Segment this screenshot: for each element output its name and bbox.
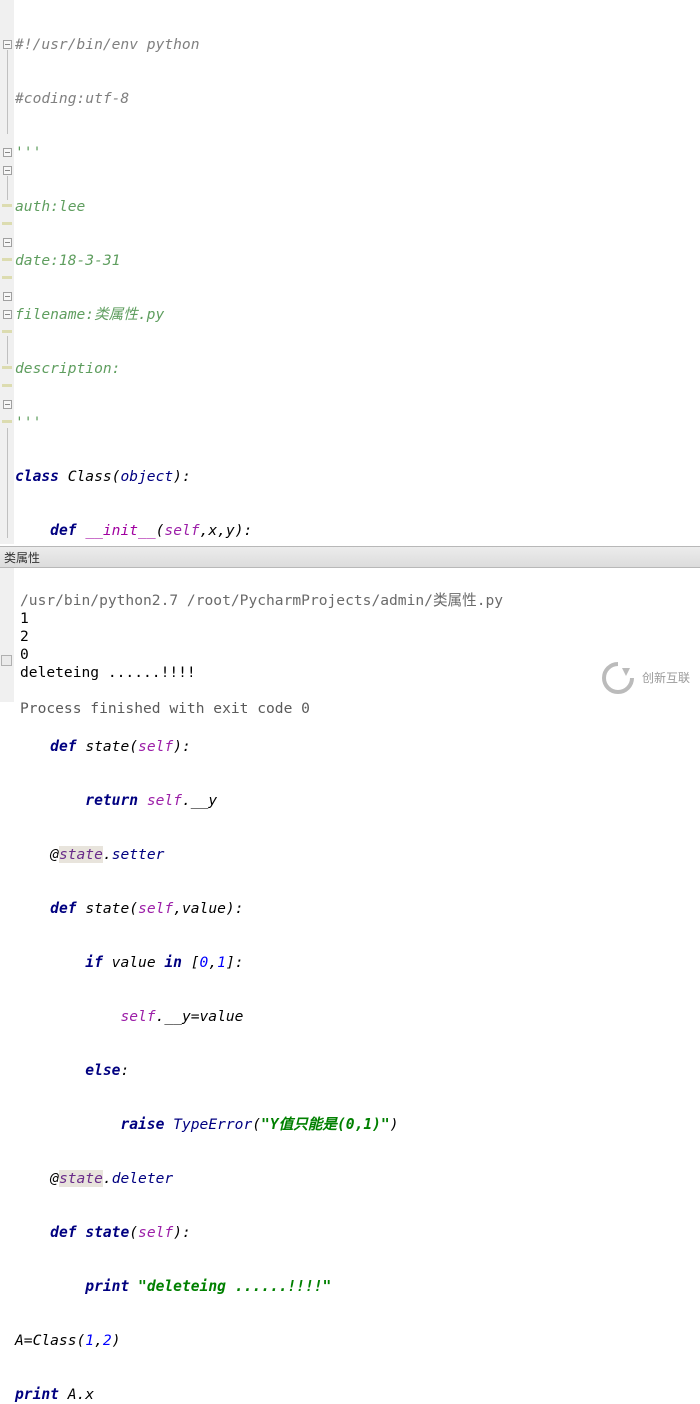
fold-icon[interactable] [3, 148, 12, 157]
gutter-tick-icon [2, 420, 12, 423]
code-line[interactable]: date:18-3-31 [15, 252, 399, 270]
code-line[interactable]: if value in [0,1]: [15, 954, 399, 972]
console-output[interactable]: /usr/bin/python2.7 /root/PycharmProjects… [20, 574, 503, 736]
code-line[interactable]: return self.__y [15, 792, 399, 810]
run-console[interactable]: /usr/bin/python2.7 /root/PycharmProjects… [0, 568, 700, 702]
gutter [0, 0, 14, 544]
fold-icon[interactable] [3, 166, 12, 175]
fold-icon[interactable] [3, 40, 12, 49]
fold-icon[interactable] [3, 310, 12, 319]
fold-icon[interactable] [3, 238, 12, 247]
code-line[interactable]: description: [15, 360, 399, 378]
code-line[interactable]: @state.deleter [15, 1170, 399, 1188]
code-line[interactable]: class Class(object): [15, 468, 399, 486]
code-line[interactable]: print "deleteing ......!!!!" [15, 1278, 399, 1296]
fold-bar [7, 50, 8, 134]
code-line[interactable]: def state(self): [15, 738, 399, 756]
code-line[interactable]: ''' [15, 144, 399, 162]
brand-name: 创新互联 [642, 671, 690, 685]
brand-logo: 创新互联 [600, 658, 698, 698]
code-line[interactable]: def state(self,value): [15, 900, 399, 918]
gutter-tick-icon [2, 384, 12, 387]
brand-icon [600, 660, 636, 696]
code-line[interactable]: print A.x [15, 1386, 399, 1404]
code-line[interactable]: raise TypeError("Y值只能是(0,1)") [15, 1116, 399, 1134]
fold-icon[interactable] [3, 292, 12, 301]
code-editor[interactable]: #!/usr/bin/env python #coding:utf-8 ''' … [0, 0, 700, 544]
gutter-tick-icon [2, 204, 12, 207]
fold-icon[interactable] [3, 400, 12, 409]
gutter-tick-icon [2, 330, 12, 333]
code-line[interactable]: A=Class(1,2) [15, 1332, 399, 1350]
code-line[interactable]: #coding:utf-8 [15, 90, 399, 108]
code-line[interactable]: ''' [15, 414, 399, 432]
stop-icon[interactable] [1, 655, 12, 666]
run-panel-title[interactable]: 类属性 [0, 546, 700, 568]
gutter-tick-icon [2, 366, 12, 369]
fold-bar [7, 428, 8, 538]
run-config-name: 类属性 [4, 551, 40, 565]
gutter-tick-icon [2, 222, 12, 225]
code-line[interactable]: def state(self): [15, 1224, 399, 1242]
code-line[interactable]: def __init__(self,x,y): [15, 522, 399, 540]
code-line[interactable]: auth:lee [15, 198, 399, 216]
code-line[interactable]: #!/usr/bin/env python [15, 36, 399, 54]
code-line[interactable]: @state.setter [15, 846, 399, 864]
fold-bar [7, 176, 8, 200]
code-line[interactable]: self.__y=value [15, 1008, 399, 1026]
gutter-tick-icon [2, 258, 12, 261]
console-gutter [0, 568, 14, 702]
gutter-tick-icon [2, 276, 12, 279]
fold-bar [7, 336, 8, 364]
code-line[interactable]: else: [15, 1062, 399, 1080]
code-line[interactable]: filename:类属性.py [15, 306, 399, 324]
